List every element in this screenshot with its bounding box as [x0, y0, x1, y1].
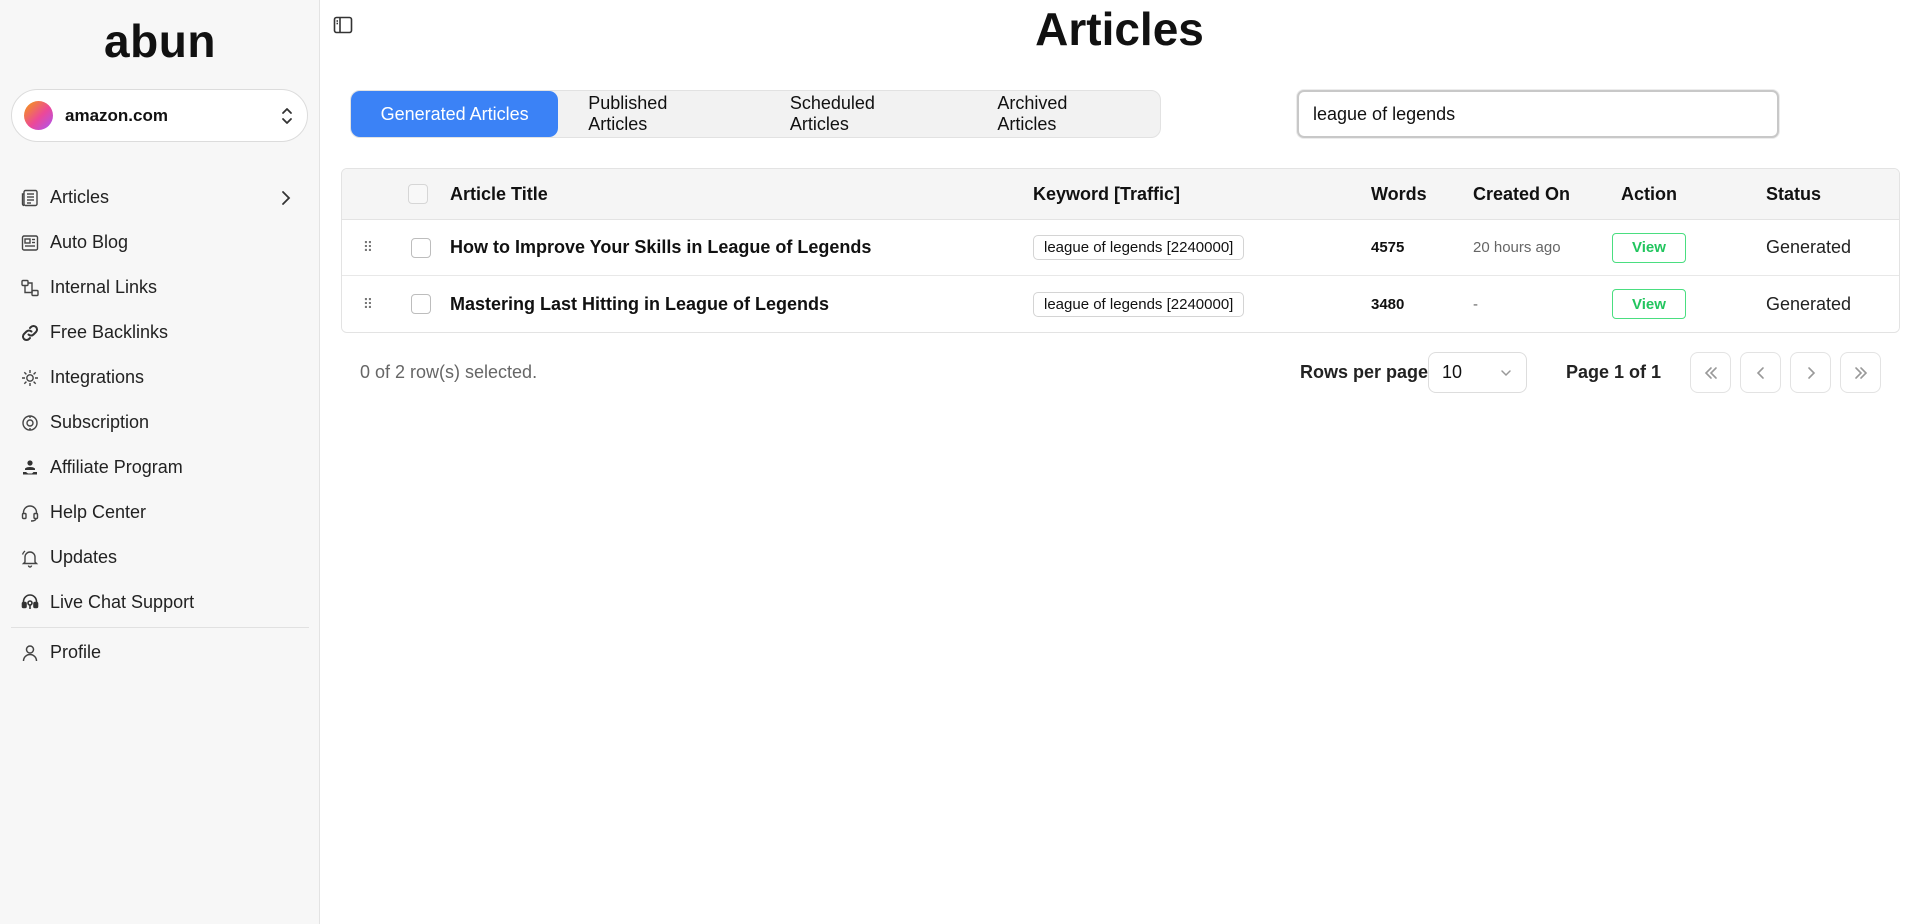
sidebar-item-internal-links[interactable]: Internal Links — [0, 265, 320, 310]
website-selector[interactable]: amazon.com — [11, 89, 308, 142]
sidebar-item-auto-blog[interactable]: Auto Blog — [0, 220, 320, 265]
link-network-icon — [20, 278, 40, 298]
sidebar-item-affiliate-program[interactable]: Affiliate Program — [0, 445, 320, 490]
chevrons-right-icon — [1854, 366, 1867, 379]
sidebar-item-updates[interactable]: Updates — [0, 535, 320, 580]
tab-archived-articles[interactable]: Archived Articles — [967, 91, 1160, 137]
rows-per-page-select[interactable]: 10 — [1428, 352, 1527, 393]
word-count: 4575 — [1371, 239, 1405, 256]
link-icon — [20, 323, 40, 343]
sidebar-item-profile[interactable]: Profile — [0, 630, 320, 675]
site-name: amazon.com — [65, 105, 168, 125]
select-all-checkbox[interactable] — [407, 169, 429, 219]
rows-per-page-label: Rows per page — [1300, 362, 1429, 382]
app-logo[interactable]: abun — [0, 14, 320, 68]
sidebar-item-live-chat-support[interactable]: Live Chat Support — [0, 580, 320, 625]
sidebar-nav: Articles Auto Blog Internal Links Free B… — [0, 175, 320, 675]
view-button[interactable]: View — [1612, 232, 1686, 263]
sidebar-item-label: Subscription — [50, 412, 150, 432]
drag-handle-icon[interactable]: ⠿ — [358, 220, 378, 275]
action-cell: View — [1612, 220, 1686, 275]
sidebar-item-label: Internal Links — [50, 277, 158, 297]
rows-per-page-value: 10 — [1442, 362, 1463, 382]
column-header-title[interactable]: Article Title — [450, 169, 548, 219]
headset-icon — [20, 503, 40, 523]
site-avatar — [24, 101, 53, 130]
status-text: Generated — [1766, 293, 1852, 314]
article-title[interactable]: How to Improve Your Skills in League of … — [450, 220, 871, 275]
chevron-right-icon — [1807, 366, 1815, 379]
chevrons-up-down-icon — [282, 107, 292, 124]
word-count: 3480 — [1371, 295, 1405, 313]
column-header-keyword[interactable]: Keyword [Traffic] — [1033, 169, 1180, 219]
table-row[interactable]: ⠿ Mastering Last Hitting in League of Le… — [342, 276, 1899, 332]
newspaper-icon — [20, 188, 40, 208]
view-button[interactable]: View — [1612, 289, 1686, 319]
keyword-cell: league of legends [2240000] — [1033, 220, 1245, 275]
chevrons-left-icon — [1704, 366, 1717, 379]
keyword-badge: league of legends [2240000] — [1033, 235, 1245, 260]
sidebar-item-integrations[interactable]: Integrations — [0, 355, 320, 400]
status-text: Generated — [1766, 237, 1852, 257]
column-header-created[interactable]: Created On — [1473, 169, 1570, 219]
chevron-right-icon — [282, 190, 291, 205]
next-page-button[interactable] — [1790, 352, 1831, 393]
table-row[interactable]: ⠿ How to Improve Your Skills in League o… — [342, 220, 1899, 276]
keyword-cell: league of legends [2240000] — [1033, 276, 1245, 332]
column-header-words[interactable]: Words — [1371, 169, 1427, 219]
sidebar-item-label: Live Chat Support — [50, 592, 195, 612]
chevron-down-icon — [1501, 369, 1511, 376]
tab-published-articles[interactable]: Published Articles — [558, 91, 760, 137]
subscription-icon — [20, 413, 40, 433]
search-input[interactable] — [1297, 90, 1779, 138]
created-on: - — [1473, 295, 1478, 313]
selection-count: 0 of 2 row(s) selected. — [360, 362, 538, 382]
column-header-status[interactable]: Status — [1766, 169, 1821, 219]
user-icon — [20, 643, 40, 663]
sidebar-item-free-backlinks[interactable]: Free Backlinks — [0, 310, 320, 355]
sidebar-item-label: Articles — [50, 187, 110, 207]
page-title: Articles — [1035, 3, 1204, 55]
page-info: Page 1 of 1 — [1566, 362, 1662, 382]
sidebar-item-label: Profile — [50, 642, 102, 662]
blog-icon — [20, 233, 40, 253]
keyword-badge: league of legends [2240000] — [1033, 291, 1245, 317]
first-page-button[interactable] — [1690, 352, 1731, 393]
sidebar-item-label: Integrations — [50, 367, 145, 387]
articles-table: Article Title Keyword [Traffic] Words Cr… — [341, 168, 1900, 333]
sidebar-item-articles[interactable]: Articles — [0, 175, 320, 220]
previous-page-button[interactable] — [1740, 352, 1781, 393]
sidebar: abun amazon.com Articles Auto Blog Inter… — [0, 0, 320, 924]
column-header-action: Action — [1621, 183, 1677, 204]
row-checkbox[interactable] — [410, 220, 432, 275]
table-header: Article Title Keyword [Traffic] Words Cr… — [342, 169, 1899, 220]
sidebar-item-label: Help Center — [50, 502, 147, 522]
tab-scheduled-articles[interactable]: Scheduled Articles — [760, 91, 968, 137]
chat-support-icon — [20, 593, 40, 613]
bell-icon — [20, 548, 40, 568]
sidebar-item-label: Auto Blog — [50, 232, 129, 252]
created-on: 20 hours ago — [1473, 239, 1561, 256]
sidebar-item-help-center[interactable]: Help Center — [0, 490, 320, 535]
article-title[interactable]: Mastering Last Hitting in League of Lege… — [450, 276, 829, 332]
article-tabs: Generated Articles Published Articles Sc… — [350, 90, 1161, 138]
sidebar-item-label: Updates — [50, 547, 118, 567]
action-cell: View — [1612, 276, 1686, 332]
sidebar-item-label: Affiliate Program — [50, 457, 183, 477]
tab-generated-articles[interactable]: Generated Articles — [351, 91, 559, 137]
drag-handle-icon[interactable]: ⠿ — [358, 276, 378, 332]
integrations-icon — [20, 368, 40, 388]
chevron-left-icon — [1756, 366, 1764, 379]
affiliate-icon — [20, 458, 40, 478]
sidebar-divider — [11, 627, 309, 628]
row-checkbox[interactable] — [410, 276, 432, 332]
sidebar-item-label: Free Backlinks — [50, 322, 169, 342]
sidebar-item-subscription[interactable]: Subscription — [0, 400, 320, 445]
last-page-button[interactable] — [1840, 352, 1881, 393]
